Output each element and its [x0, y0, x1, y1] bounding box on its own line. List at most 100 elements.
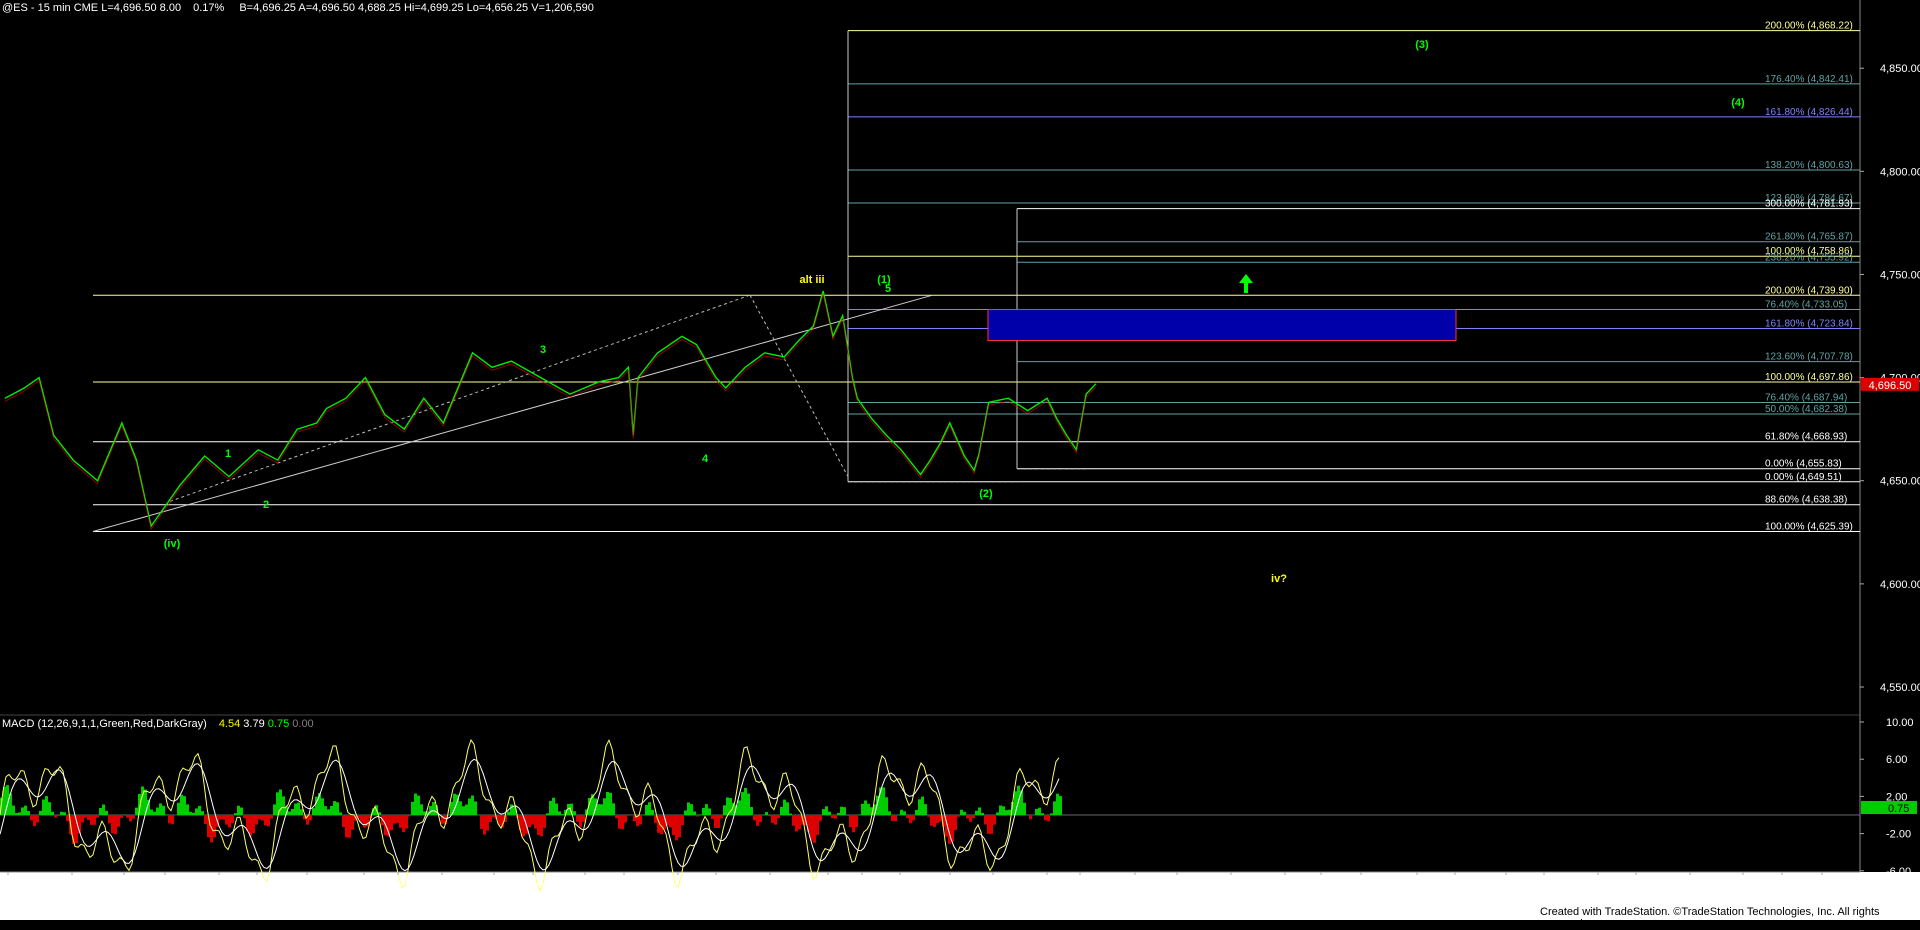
fib-level-label: 100.00% (4,697.86) [1765, 372, 1853, 383]
macd-histogram-bar [399, 815, 402, 828]
ask-price: A=4,696.50 [298, 2, 355, 14]
macd-histogram-bar [726, 797, 729, 815]
macd-histogram-bar [1023, 803, 1026, 815]
macd-histogram-bar [909, 815, 912, 823]
macd-histogram-bar [780, 807, 783, 815]
macd-histogram-bar [648, 802, 651, 815]
macd-histogram-bar [93, 815, 96, 825]
macd-histogram-bar [624, 815, 627, 822]
macd-histogram-bar [984, 815, 987, 824]
macd-histogram-bar [912, 815, 915, 820]
fib-level-label: 76.40% (4,687.94) [1765, 392, 1847, 403]
macd-histogram-bar [12, 806, 15, 815]
macd-histogram-bar [825, 806, 828, 815]
macd-histogram-bar [837, 813, 840, 815]
macd-histogram-bar [57, 815, 60, 816]
time-axis-label: 11/24 [1034, 876, 1061, 888]
macd-diff: 0.75 [268, 718, 289, 730]
macd-histogram-bar [795, 815, 798, 831]
fib-level-label: 200.00% (4,739.90) [1765, 285, 1853, 296]
macd-histogram-bar [18, 812, 21, 815]
open-price: 4,688.25 [358, 2, 401, 14]
macd-histogram-bar [90, 815, 93, 825]
macd-histogram-bar [171, 815, 174, 824]
time-axis-label: 10:00 [428, 876, 456, 888]
macd-histogram-bar [693, 811, 696, 815]
macd-histogram-bar [639, 815, 642, 824]
macd-histogram-bar [39, 811, 42, 815]
macd-histogram-bar [999, 806, 1002, 815]
macd-histogram-bar [819, 815, 822, 821]
fib-level-label: 0.00% (4,655.83) [1765, 459, 1842, 470]
macd-histogram-bar [255, 815, 258, 825]
macd-histogram-bar [765, 812, 768, 815]
time-axis-label: 10:00 [610, 876, 638, 888]
fib-level-label: 300.00% (4,781.93) [1765, 199, 1853, 210]
fib-level-label: 88.60% (4,638.38) [1765, 495, 1847, 506]
macd-histogram-bar [840, 807, 843, 815]
macd-histogram-bar [324, 806, 327, 815]
macd-histogram-bar [54, 815, 57, 817]
fib-level-label: 161.80% (4,826.44) [1765, 107, 1853, 118]
fib-level-label: 138.20% (4,800.63) [1765, 160, 1853, 171]
macd-histogram-bar [390, 815, 393, 830]
macd-histogram-bar [549, 801, 552, 815]
macd-histogram-bar [573, 811, 576, 815]
macd-histogram-bar [708, 808, 711, 815]
macd-histogram-bar [537, 815, 540, 835]
macd-histogram-bar [717, 815, 720, 828]
macd-histogram-bar [36, 815, 39, 822]
macd-histogram-bar [861, 804, 864, 815]
macd-histogram-bar [849, 815, 852, 827]
macd-histogram-bar [756, 815, 759, 826]
macd-histogram-bar [174, 815, 177, 816]
macd-histogram-bar [615, 815, 618, 818]
macd-histogram-bar [417, 796, 420, 815]
macd-histogram-bar [312, 808, 315, 815]
macd-histogram-bar [843, 807, 846, 815]
macd-histogram-bar [597, 804, 600, 815]
price-axis-label: 4,600.00 [1880, 579, 1920, 591]
net-change: 8.00 [160, 2, 181, 14]
macd-histogram-bar [936, 815, 939, 823]
fib-level-label: 0.00% (4,649.51) [1765, 472, 1842, 483]
macd-histogram-bar [1044, 815, 1047, 820]
macd-histogram-bar [651, 810, 654, 815]
macd-histogram-bar [339, 812, 342, 815]
wave-annotation: 2 [263, 499, 269, 511]
time-axis-label: 12/2 [1587, 876, 1608, 888]
macd-histogram-bar [855, 815, 858, 827]
macd-histogram-bar [609, 793, 612, 815]
macd-histogram-bar [1005, 810, 1008, 815]
last-price-label: 4,696.50 [1869, 380, 1912, 392]
price-chart[interactable]: 4,850.004,800.004,750.004,700.004,650.00… [0, 0, 1920, 920]
macd-histogram-bar [297, 803, 300, 815]
time-axis-label: 11/17 [572, 876, 599, 888]
macd-histogram-bar [792, 815, 795, 826]
macd-histogram-bar [621, 815, 624, 829]
wave-annotation: (2) [979, 488, 993, 500]
macd-histogram-bar [156, 808, 159, 815]
macd-histogram-bar [714, 815, 717, 828]
time-axis-label: 11/9 [0, 876, 18, 888]
time-axis-label: 10:00 [979, 876, 1007, 888]
macd-histogram-bar [1035, 809, 1038, 815]
macd-histogram-bar [288, 811, 291, 815]
macd-histogram-bar [153, 812, 156, 815]
macd-histogram-bar [864, 800, 867, 815]
macd-histogram-bar [459, 801, 462, 815]
macd-axis-label: 6.00 [1886, 754, 1907, 766]
time-axis-label: 10:00 [1347, 876, 1375, 888]
macd-histogram-bar [402, 815, 405, 832]
macd-histogram-bar [711, 815, 714, 819]
time-axis-label: 10:00 [243, 876, 271, 888]
macd-histogram-bar [351, 815, 354, 830]
macd-histogram-bar [687, 802, 690, 815]
macd-value: 4.54 [219, 718, 240, 730]
macd-histogram-bar [87, 815, 90, 820]
macd-histogram-bar [882, 787, 885, 815]
macd-histogram-bar [885, 797, 888, 815]
fib-level-label: 50.00% (4,682.38) [1765, 404, 1847, 415]
fib-level-label: 100.00% (4,625.39) [1765, 522, 1853, 533]
time-axis-label: 12/5 [1732, 876, 1753, 888]
